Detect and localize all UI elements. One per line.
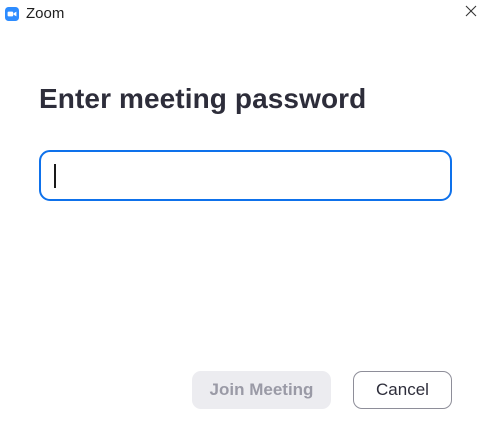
close-icon xyxy=(465,4,477,22)
password-input[interactable] xyxy=(41,152,450,199)
window-title: Zoom xyxy=(26,5,65,22)
cancel-button[interactable]: Cancel xyxy=(353,371,452,409)
password-field[interactable] xyxy=(39,150,452,201)
dialog-heading: Enter meeting password xyxy=(39,83,367,114)
close-button[interactable] xyxy=(461,3,481,23)
zoom-camera-icon xyxy=(5,7,19,21)
text-cursor xyxy=(54,164,56,188)
title-bar: Zoom xyxy=(0,0,487,28)
join-meeting-button[interactable]: Join Meeting xyxy=(192,371,331,409)
